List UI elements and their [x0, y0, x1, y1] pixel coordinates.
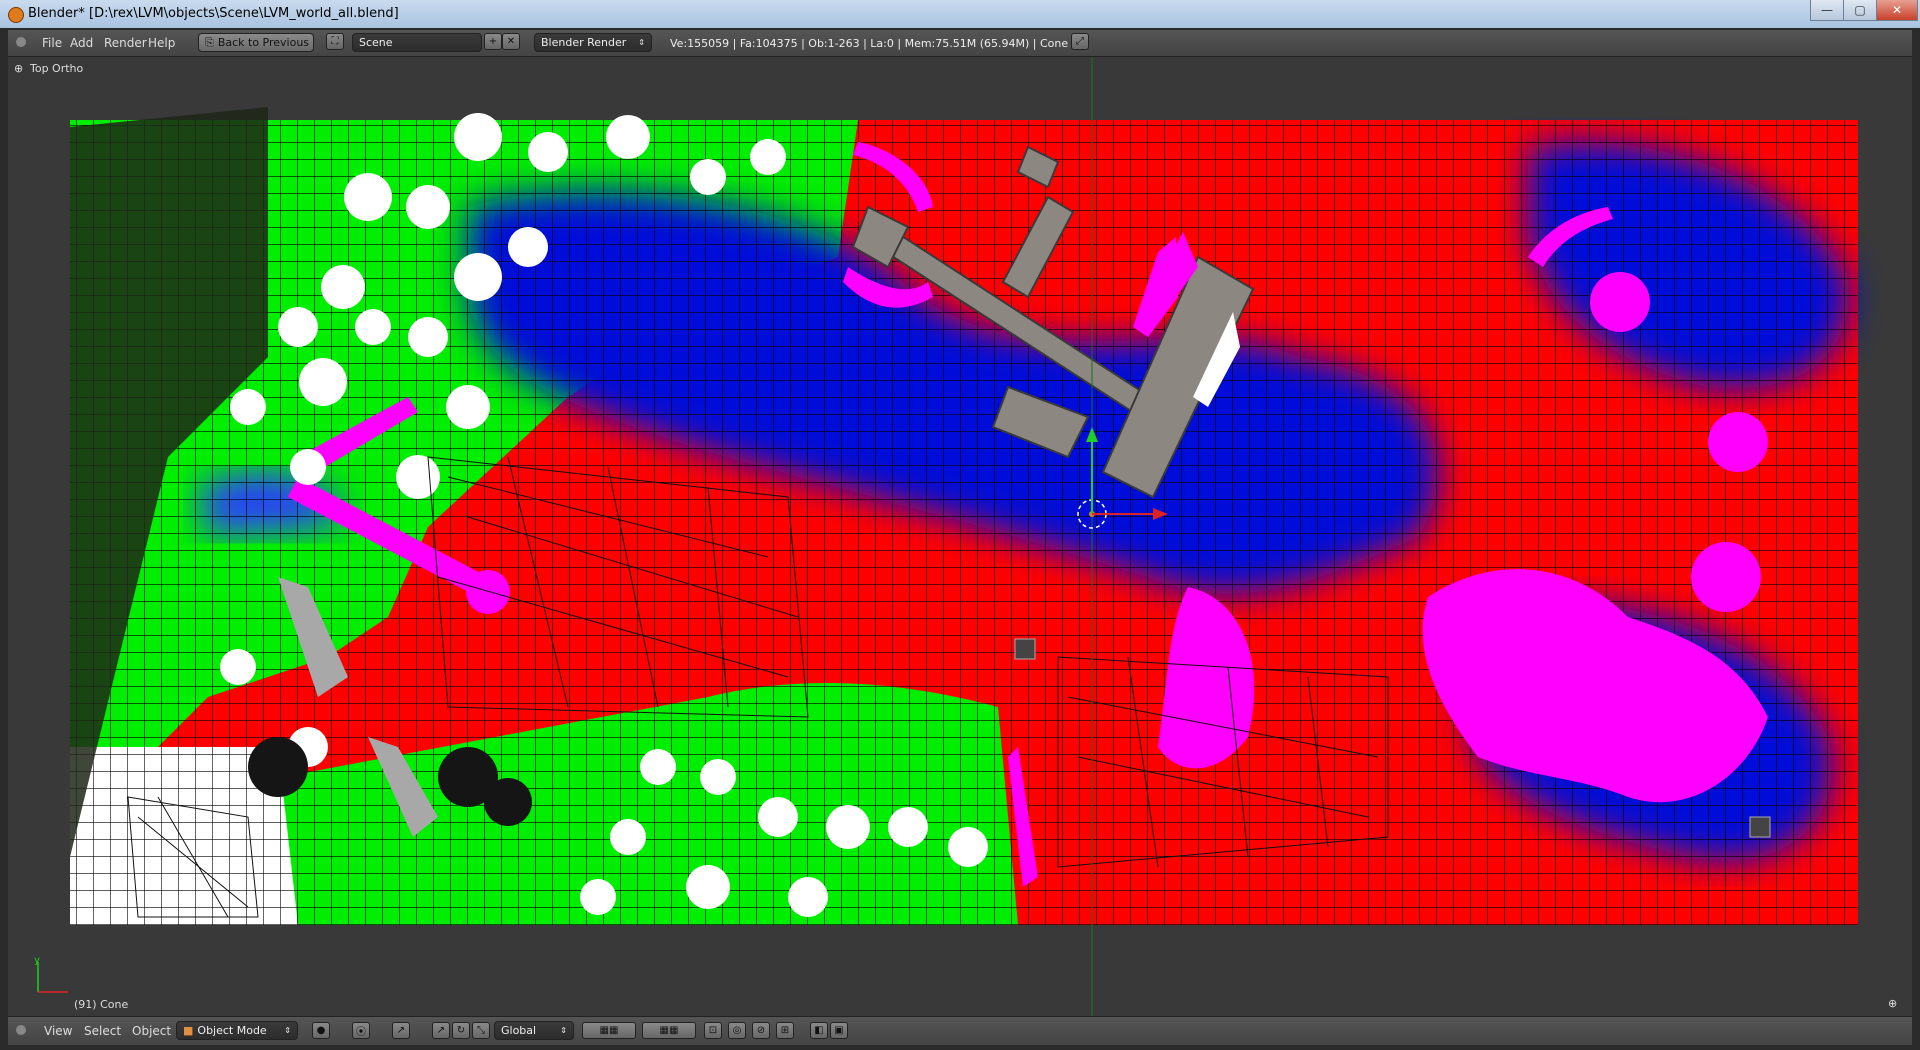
scene-stats: Ve:155059 | Fa:104375 | Ob:1-263 | La:0 …	[670, 37, 1069, 50]
menu-object[interactable]: Object	[132, 1024, 171, 1038]
menu-view[interactable]: View	[44, 1024, 72, 1038]
back-to-previous-button[interactable]: ⎘ Back to Previous	[198, 33, 314, 52]
snap-icon[interactable]: ⊘	[752, 1022, 770, 1039]
active-object-label: (91) Cone	[74, 998, 129, 1011]
orientation-select[interactable]: Global ⇕	[494, 1021, 574, 1040]
scene-map	[37, 57, 1858, 1016]
window-titlebar: Blender* [D:\rex\LVM\objects\Scene\LVM_w…	[0, 0, 1920, 28]
back-icon: ⎘	[205, 35, 214, 49]
minimize-button[interactable]: —	[1810, 0, 1844, 21]
maximize-button[interactable]: ▢	[1843, 0, 1877, 21]
mode-label: Object Mode	[197, 1024, 267, 1037]
mode-dropdown-icon: ⇕	[284, 1026, 291, 1035]
back-to-previous-label: Back to Previous	[217, 36, 310, 49]
menu-select[interactable]: Select	[84, 1024, 121, 1038]
fullscreen-icon[interactable]: ⤢	[1071, 33, 1089, 50]
snap-target-icon[interactable]: ⊞	[776, 1022, 794, 1039]
layers-group-icon[interactable]: ▦▦	[642, 1022, 696, 1039]
pivot-icon[interactable]: ⦿	[352, 1022, 370, 1039]
dropdown-arrows-icon: ⇕	[638, 38, 645, 47]
render-animation-icon[interactable]: ▣	[830, 1022, 848, 1039]
orientation-label: Global	[501, 1024, 537, 1037]
translate-icon[interactable]: ↗	[432, 1022, 450, 1039]
3d-view-header: View Select Object ■ Object Mode ⇕ ● ⦿ ↗…	[8, 1016, 1912, 1045]
editor-type-icon[interactable]	[16, 37, 26, 47]
cube-icon: ■	[183, 1024, 194, 1037]
window-title: Blender* [D:\rex\LVM\objects\Scene\LVM_w…	[28, 6, 399, 21]
manipulator-icon[interactable]: ↗	[392, 1022, 410, 1039]
orientation-dropdown-icon: ⇕	[560, 1026, 567, 1035]
axis-gizmo	[37, 962, 68, 993]
rotate-icon[interactable]: ↻	[452, 1022, 470, 1039]
axis-y-label: y	[34, 955, 40, 966]
info-header: File Add Render Help ⎘ Back to Previous …	[8, 30, 1912, 57]
menu-render[interactable]: Render	[104, 36, 147, 50]
blender-window: Blender* [D:\rex\LVM\objects\Scene\LVM_w…	[0, 0, 1920, 1050]
layers-icon[interactable]: ▦▦	[582, 1022, 636, 1039]
render-engine-label: Blender Render	[541, 36, 627, 49]
proportional-edit-icon[interactable]: ◎	[728, 1022, 746, 1039]
close-button[interactable]: ✕	[1876, 0, 1918, 21]
blender-logo-icon	[8, 7, 24, 23]
scene-field[interactable]: Scene	[352, 33, 482, 52]
scale-icon[interactable]: ⤡	[472, 1022, 490, 1039]
render-icon[interactable]: ◧	[810, 1022, 828, 1039]
mode-select[interactable]: ■ Object Mode ⇕	[176, 1021, 298, 1040]
render-engine-select[interactable]: Blender Render ⇕	[534, 33, 652, 52]
viewport-corner-icon[interactable]: ⊕	[1888, 997, 1897, 1010]
menu-file[interactable]: File	[42, 36, 62, 50]
menu-help[interactable]: Help	[148, 36, 175, 50]
menu-add[interactable]: Add	[70, 36, 93, 50]
delete-scene-icon[interactable]: ✕	[502, 33, 520, 50]
editor-type-icon-bottom[interactable]	[16, 1025, 26, 1035]
add-scene-icon[interactable]: +	[484, 33, 502, 50]
scene-icon[interactable]: ⛶	[326, 33, 344, 50]
shading-icon[interactable]: ●	[312, 1022, 330, 1039]
lock-layers-icon[interactable]: ⊡	[704, 1022, 722, 1039]
3d-viewport[interactable]: ⊕ Top Ortho y (91) Cone ⊕	[8, 57, 1912, 1016]
